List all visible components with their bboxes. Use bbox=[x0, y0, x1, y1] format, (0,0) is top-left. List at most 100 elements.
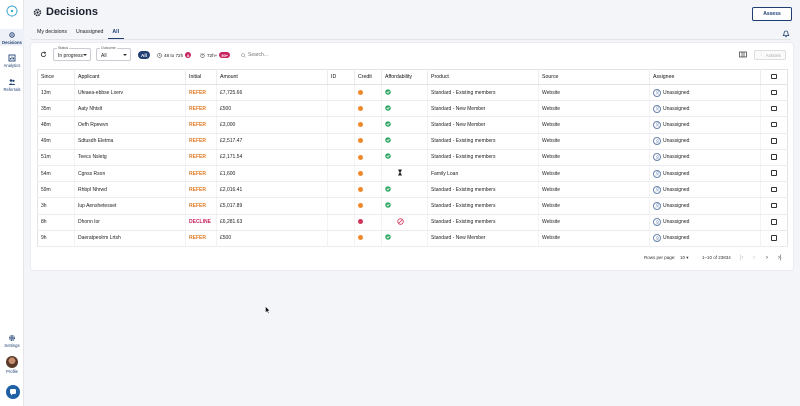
row-checkbox[interactable] bbox=[771, 154, 777, 160]
column-header-source[interactable]: Source bbox=[538, 69, 650, 85]
source-cell: Website bbox=[538, 133, 650, 150]
gear-icon bbox=[33, 8, 42, 16]
column-header-since[interactable]: Since bbox=[37, 69, 75, 85]
applicant-cell: Oefh Rpewvn bbox=[74, 116, 186, 134]
source-cell: Website bbox=[538, 230, 650, 247]
status-select[interactable]: Status In progress bbox=[53, 46, 91, 61]
assignee-cell[interactable]: Unassigned bbox=[649, 116, 761, 134]
row-select-cell bbox=[760, 181, 788, 199]
row-checkbox[interactable] bbox=[771, 202, 777, 209]
sidebar-item-settings[interactable]: Settings bbox=[0, 334, 24, 349]
outcome-value: All bbox=[101, 53, 107, 59]
assignee-cell[interactable]: Unassigned bbox=[649, 165, 761, 183]
check-circle-icon bbox=[385, 234, 391, 241]
row-checkbox[interactable] bbox=[771, 219, 777, 225]
table-row[interactable]: 59m Rhbpl Nhrwd REFER £2,016.41 Standard - E… bbox=[37, 181, 788, 199]
assignee-cell[interactable]: Unassigned bbox=[649, 149, 761, 166]
column-header-assignee[interactable]: Assignee bbox=[649, 69, 761, 85]
select-all-cell bbox=[760, 69, 788, 85]
source-cell: Website bbox=[538, 100, 650, 118]
assignee-cell[interactable]: Unassigned bbox=[649, 84, 761, 102]
table-row[interactable]: 8h Dhonn Ior DECLINE £6,281.63 Standard - Ex… bbox=[37, 214, 788, 231]
product-cell: Standard - New Member bbox=[427, 116, 539, 134]
credit-cell bbox=[354, 133, 382, 150]
first-page-icon[interactable]: |‹ bbox=[740, 255, 744, 261]
id-cell bbox=[327, 116, 355, 134]
sidebar-item-profile[interactable]: Profile bbox=[0, 356, 24, 378]
search-input[interactable] bbox=[248, 52, 348, 58]
next-page-icon[interactable]: › bbox=[766, 255, 768, 261]
row-checkbox[interactable] bbox=[771, 89, 777, 96]
affordability-cell bbox=[381, 197, 428, 215]
id-cell bbox=[327, 165, 355, 183]
table-row[interactable]: 3h Iup Aenshetesset REFER £5,017.89 Standard… bbox=[37, 197, 788, 215]
product-cell: Standard - Existing members bbox=[427, 214, 539, 231]
user-icon bbox=[653, 201, 661, 210]
row-checkbox[interactable] bbox=[771, 105, 777, 112]
assignee-label: Unassigned bbox=[663, 219, 690, 226]
column-header-affordability[interactable]: Affordability bbox=[381, 69, 428, 85]
id-cell bbox=[327, 84, 355, 102]
table-row[interactable]: 48m Oefh Rpewvn REFER £3,000 Standard - New … bbox=[37, 116, 788, 134]
applicant-cell: Cgnss Rson bbox=[74, 165, 186, 183]
sidebar-item-referrals[interactable]: Referrals bbox=[0, 78, 24, 93]
row-checkbox[interactable] bbox=[771, 186, 777, 193]
last-page-icon[interactable]: ›| bbox=[778, 255, 782, 261]
table-row[interactable]: 54m Cgnss Rson REFER £1,600 Family Loan Websi… bbox=[37, 165, 788, 183]
assess-button[interactable]: Assess bbox=[752, 7, 792, 21]
mouse-cursor-icon bbox=[265, 306, 271, 314]
assignee-cell[interactable]: Unassigned bbox=[649, 181, 761, 199]
assignee-cell[interactable]: Unassigned bbox=[649, 230, 761, 247]
table-row[interactable]: 35m Aaty Nhtslt REFER £500 Standard - New Me… bbox=[37, 100, 788, 118]
column-header-amount[interactable]: Amount bbox=[216, 69, 328, 85]
assignee-label: Unassigned bbox=[663, 235, 690, 242]
chip-all-label: All bbox=[141, 52, 147, 58]
column-header-id[interactable]: ID bbox=[327, 69, 355, 85]
affordability-cell bbox=[381, 230, 428, 247]
user-icon bbox=[653, 234, 661, 243]
product-cell: Standard - Existing members bbox=[427, 84, 539, 102]
prev-page-icon[interactable]: ‹ bbox=[753, 255, 755, 261]
source-cell: Website bbox=[538, 181, 650, 199]
row-checkbox[interactable] bbox=[771, 235, 777, 241]
credit-cell bbox=[354, 214, 382, 231]
column-header-product[interactable]: Product bbox=[427, 69, 539, 85]
select-all-checkbox[interactable] bbox=[771, 73, 777, 80]
assignee-cell[interactable]: Unassigned bbox=[649, 133, 761, 150]
sidebar-item-analytics[interactable]: Analytics bbox=[0, 54, 24, 69]
product-cell: Standard - New Member bbox=[427, 100, 539, 118]
columns-icon[interactable] bbox=[739, 51, 747, 58]
chip-all[interactable]: All bbox=[138, 51, 150, 59]
credit-cell bbox=[354, 116, 382, 134]
credit-cell bbox=[354, 197, 382, 215]
sidebar-item-decisions[interactable]: Decisions bbox=[0, 29, 24, 46]
tab-all[interactable]: All bbox=[108, 28, 125, 39]
user-icon bbox=[653, 153, 661, 162]
column-header-applicant[interactable]: Applicant bbox=[74, 69, 186, 85]
table-row[interactable]: 13m Ufeaea-ebbse Lxerv REFER £7,725.66 Stand… bbox=[37, 84, 788, 102]
column-header-credit[interactable]: Credit bbox=[354, 69, 382, 85]
chip-72h-plus[interactable]: 72h+ 50+ bbox=[197, 51, 233, 59]
row-checkbox[interactable] bbox=[771, 138, 777, 144]
row-checkbox[interactable] bbox=[771, 121, 777, 128]
row-checkbox[interactable] bbox=[771, 170, 777, 176]
assignee-cell[interactable]: Unassigned bbox=[649, 214, 761, 231]
tab-unassigned[interactable]: Unassigned bbox=[72, 28, 108, 39]
assignee-cell[interactable]: Unassigned bbox=[649, 100, 761, 118]
chat-button[interactable] bbox=[6, 385, 20, 399]
rows-per-page-select[interactable]: 10 ▾ bbox=[680, 255, 689, 261]
assignee-cell[interactable]: Unassigned bbox=[649, 197, 761, 215]
actions-button[interactable]: ⋮ Actions bbox=[754, 50, 786, 60]
affordability-cell bbox=[381, 116, 428, 134]
refresh-icon[interactable] bbox=[40, 51, 47, 58]
table-row[interactable]: 49m Sdtusdh Eletma REFER £2,517.47 Standard … bbox=[37, 133, 788, 150]
table-row[interactable]: 51m Teecs Nsletg REFER £2,171.54 Standard - … bbox=[37, 149, 788, 166]
column-header-initial[interactable]: Initial bbox=[185, 69, 217, 85]
chevron-down-icon bbox=[123, 54, 127, 56]
initial-cell: REFER bbox=[185, 116, 217, 134]
tab-my-decisions[interactable]: My decisions bbox=[33, 28, 72, 39]
chip-48-to-72h[interactable]: 48 to 72h 8 bbox=[154, 51, 194, 59]
table-row[interactable]: 9h Daeratpeolrm Lrtsh REFER £500 Standard - … bbox=[37, 230, 788, 247]
bell-icon[interactable] bbox=[782, 30, 790, 38]
outcome-select[interactable]: Outcome All bbox=[96, 46, 131, 61]
